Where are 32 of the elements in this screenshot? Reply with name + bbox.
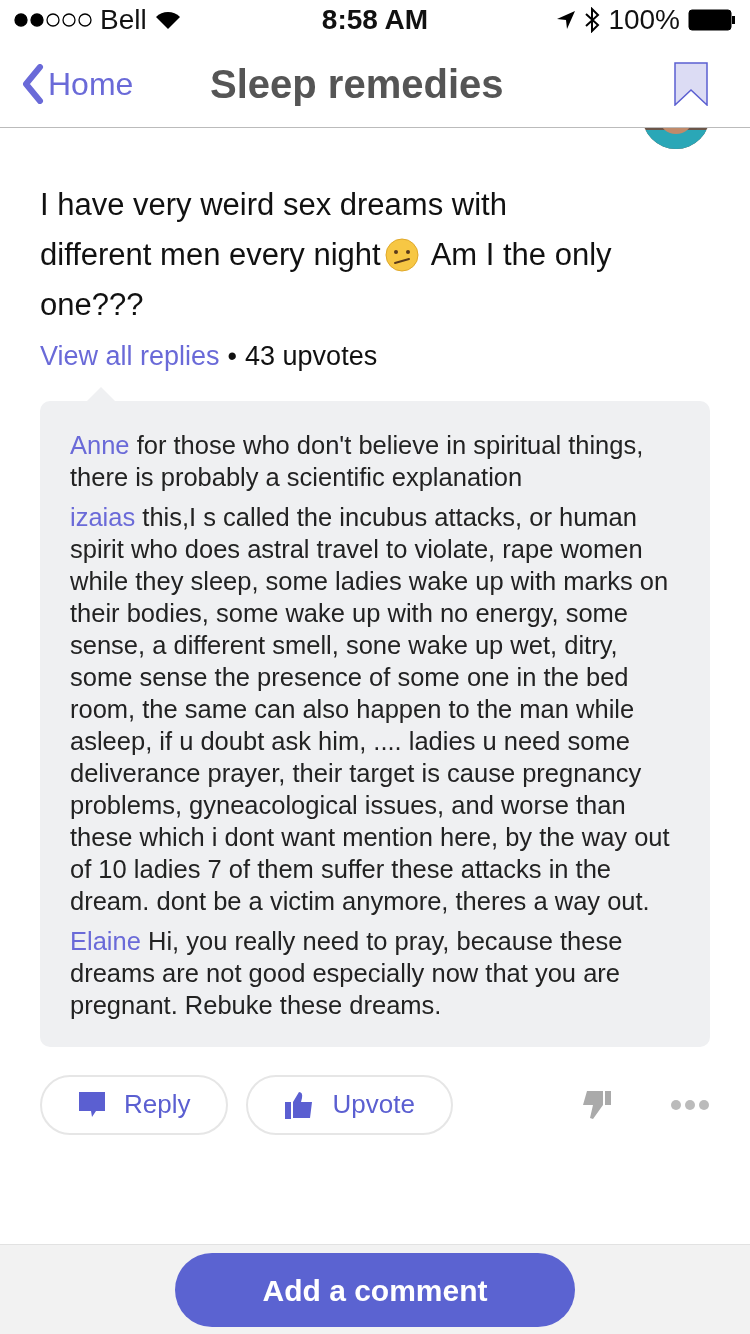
back-button[interactable]: Home [22,59,134,108]
screen-title: Sleep remedies [210,60,504,108]
upvote-count: 43 upvotes [245,340,378,373]
battery-icon [688,9,736,31]
battery-percentage: 100% [608,3,680,37]
separator-dot: • [227,340,238,373]
upvote-button[interactable]: Upvote [246,1074,453,1135]
reply-button[interactable]: Reply [40,1074,229,1135]
location-arrow-icon [556,10,577,30]
reply-text: izaias this,I s called the incubus attacks, or human spirit who does astral travel to violate, rape women while they sleep, some ladies wake up with marks on their bodies, some wake up with no energy, some sense, a different smell, sone wake up wet, ditry, some sense the presence of some one in the bed room, the same can also happen to the man while asleep, if u doubt ask him, .... ladies u need some deliverance prayer, their target is cause pregnancy problems, gyneacological issues, and worse than these which i dont want mention here, by the way out of 10 ladies 7 of them suffer these attacks in the dream. dont be a victim anymore, theres a way out. [70,501,671,917]
speech-bubble-icon [78,1090,106,1119]
thumbs-down-icon[interactable] [582,1089,612,1120]
post-text: different men every night [40,236,381,274]
signal-icon [14,13,92,27]
post-text: one??? [40,286,144,324]
bluetooth-icon [584,7,601,33]
carrier: Bell [100,3,147,37]
clock: 8:58 AM [321,3,429,37]
post-text: I have very weird sex dreams with [40,186,507,224]
chevron-left-icon [22,63,44,104]
more-options-icon[interactable] [670,1098,710,1111]
view-replies-link[interactable]: View all replies [40,336,220,377]
reply-author-link[interactable]: Anne [70,430,130,459]
confused-face-icon [384,238,419,272]
thumbs-up-icon [284,1089,315,1120]
reply-text: Elaine Hi, you really need to pray, because these dreams are not good especially now that you are pregnant. Rebuke these dreams. [70,925,624,1021]
post-text: Am I the only [430,236,612,274]
reply-author-link[interactable]: Elaine [70,926,141,955]
bookmark-icon[interactable] [674,61,708,106]
reply-author-link[interactable]: izaias [70,502,136,531]
add-comment-button[interactable]: Add a comment [175,1253,575,1327]
wifi-icon [154,10,181,30]
